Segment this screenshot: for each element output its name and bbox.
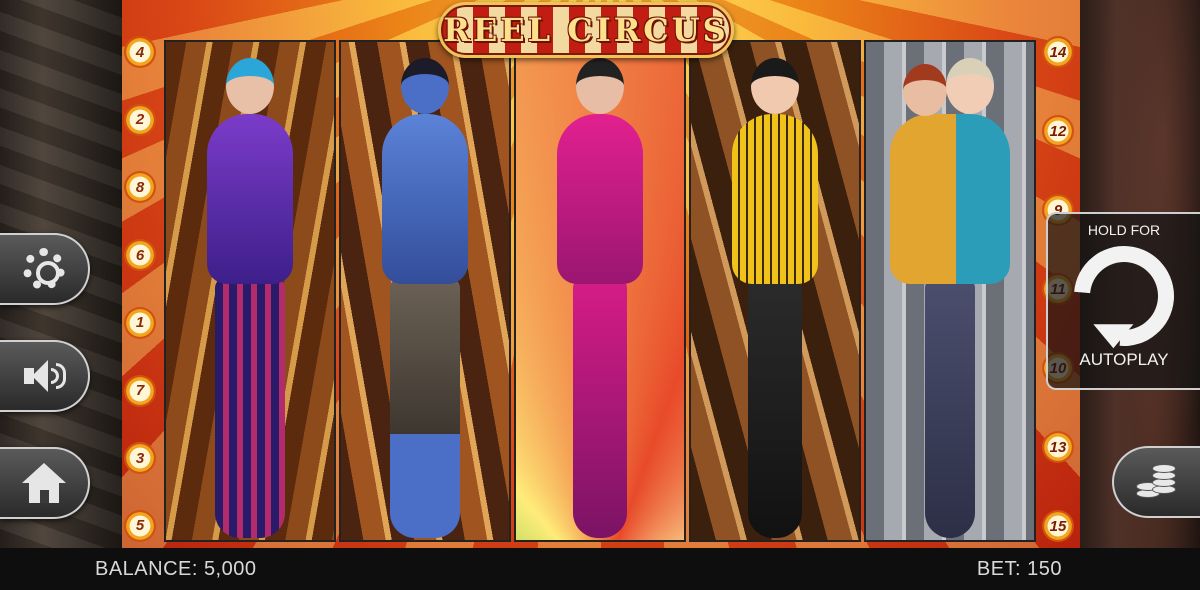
reel-2-knife-thrower-symbol [339, 40, 511, 542]
payline-marker[interactable]: 13 [1042, 431, 1074, 463]
payline-marker[interactable]: 12 [1042, 115, 1074, 147]
payline-marker[interactable]: 8 [124, 171, 156, 204]
payline-marker[interactable]: 3 [124, 442, 156, 475]
bet-value: 150 [1027, 557, 1062, 580]
payline-marker[interactable]: 4 [124, 36, 156, 68]
settings-button[interactable] [0, 233, 90, 305]
payline-marker[interactable]: 15 [1042, 510, 1074, 542]
reel-5-twins-symbol [864, 40, 1036, 542]
home-icon [22, 463, 66, 503]
coin-stack-icon [1136, 464, 1178, 499]
spin-arrow-icon [1053, 225, 1195, 367]
payline-marker[interactable]: 5 [124, 509, 156, 542]
speaker-icon [24, 358, 66, 394]
payline-marker[interactable]: 7 [124, 374, 156, 407]
reel-grid [164, 40, 1036, 542]
autoplay-label: AUTOPLAY [1079, 350, 1169, 369]
balance-value: 5,000 [203, 557, 257, 580]
hold-for-label: HOLD FOR [1087, 222, 1161, 238]
bet-label: BET: [976, 557, 1022, 580]
sound-button[interactable] [0, 340, 90, 412]
reel-1-ringmaster-symbol [164, 40, 336, 542]
payline-marker[interactable]: 14 [1042, 36, 1074, 68]
payline-marker[interactable]: 6 [124, 239, 156, 272]
spin-autoplay-button[interactable]: HOLD FOR AUTOPLAY [1046, 212, 1200, 390]
status-bar: BALANCE: 5,000 BET: 150 [0, 548, 1200, 590]
reel-3-contortionist-symbol [514, 40, 686, 542]
balance-display: BALANCE: 5,000 [95, 558, 257, 581]
home-button[interactable] [0, 447, 90, 519]
payline-marker[interactable]: 2 [124, 103, 156, 136]
balance-label: BALANCE: [95, 557, 198, 580]
bet-button[interactable] [1112, 446, 1200, 518]
payline-markers-left: 4 2 8 6 1 7 3 5 [124, 36, 160, 542]
game-title: REEL CIRCUS [443, 11, 729, 49]
gear-icon [23, 248, 65, 290]
reel-4-acrobat-symbol [689, 40, 861, 542]
payline-marker[interactable]: 1 [124, 306, 156, 339]
game-logo: REEL CIRCUS [438, 2, 734, 58]
bet-display: BET: 150 [977, 558, 1062, 581]
